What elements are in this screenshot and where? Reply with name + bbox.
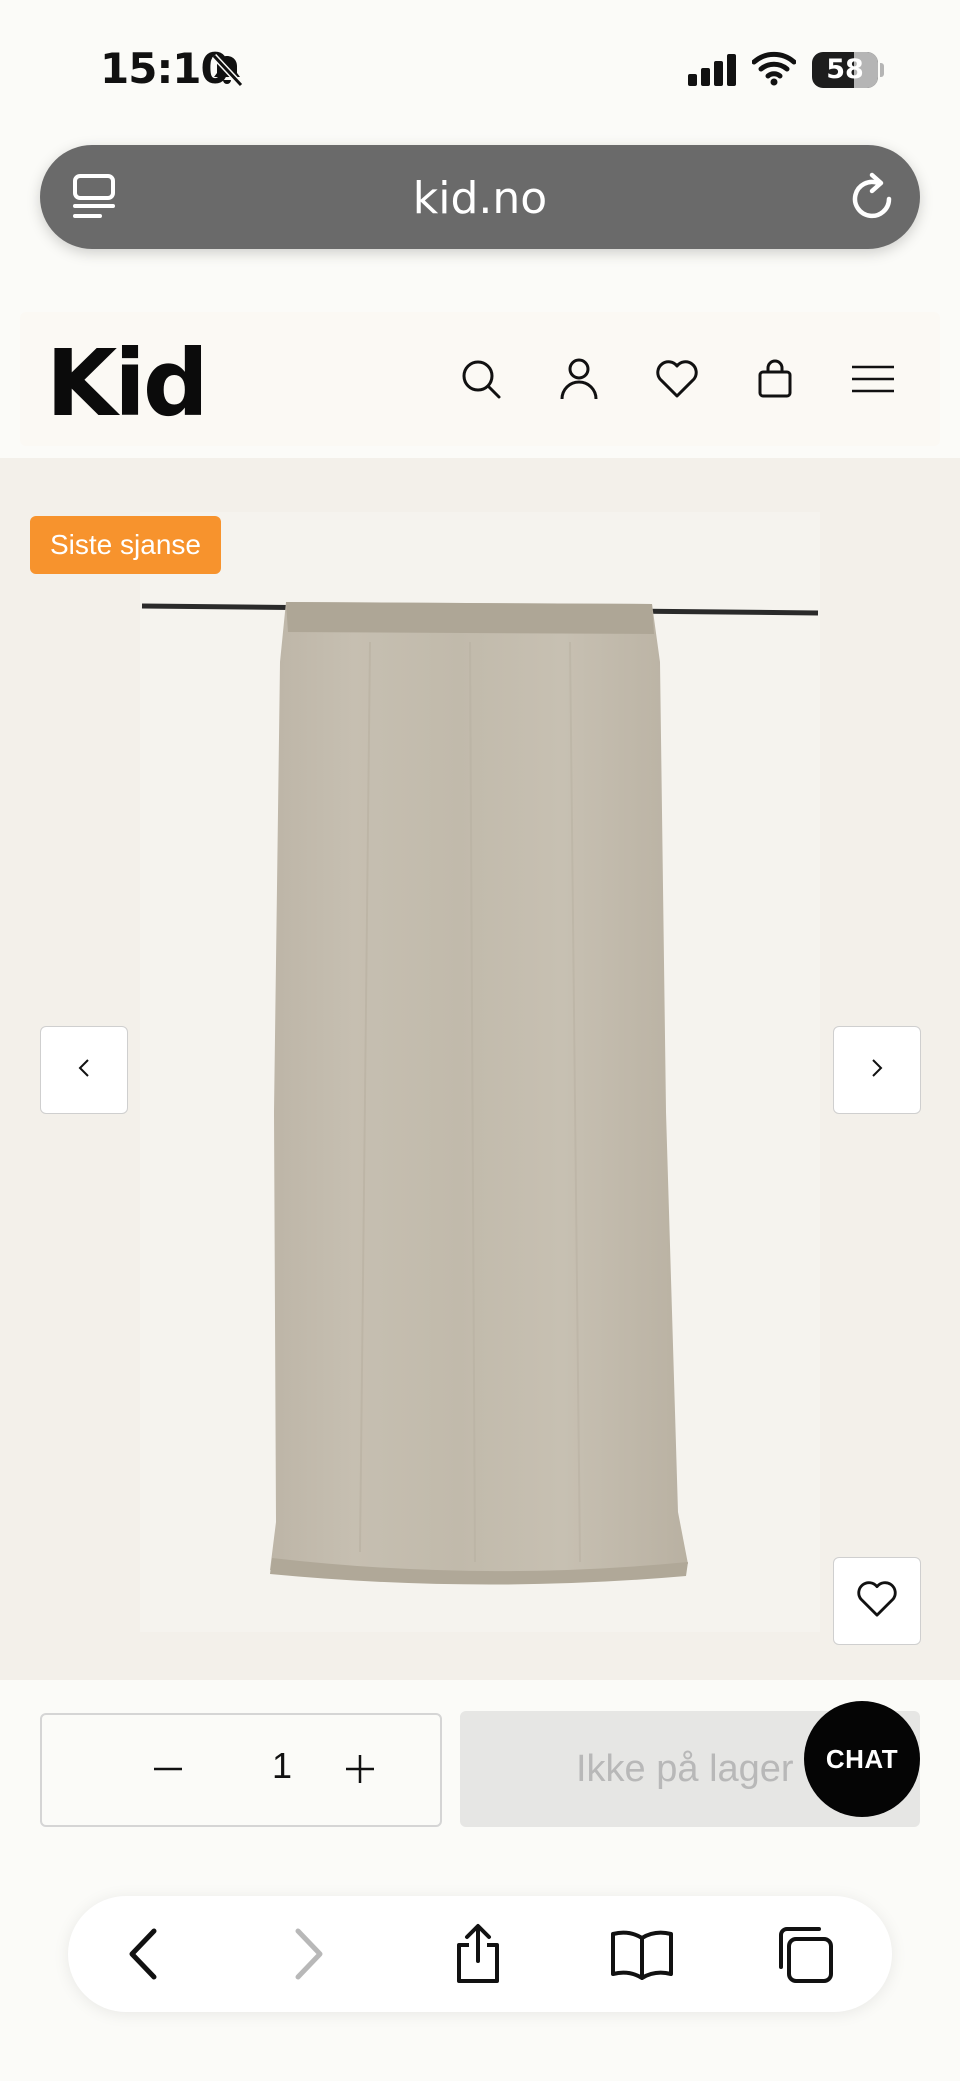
- chat-button[interactable]: CHAT: [804, 1701, 920, 1817]
- hamburger-menu-icon[interactable]: [848, 354, 898, 404]
- browser-toolbar: [68, 1896, 892, 2012]
- forward-arrow-icon[interactable]: [274, 1918, 346, 1990]
- bookmarks-icon[interactable]: [606, 1918, 678, 1990]
- battery-icon: 58: [812, 52, 878, 88]
- status-bar: 15:10 58: [0, 0, 960, 130]
- shopping-bag-icon[interactable]: [750, 354, 800, 404]
- wifi-icon: [751, 50, 797, 91]
- account-icon[interactable]: [554, 354, 604, 404]
- decrease-quantity-button[interactable]: [140, 1741, 196, 1797]
- increase-quantity-button[interactable]: [332, 1741, 388, 1797]
- site-header: Kid: [20, 312, 940, 446]
- kid-logo[interactable]: Kid: [46, 330, 209, 437]
- quantity-value[interactable]: 1: [254, 1745, 310, 1787]
- quantity-stepper: 1: [40, 1713, 442, 1827]
- last-chance-badge: Siste sjanse: [30, 516, 221, 574]
- wishlist-heart-icon[interactable]: [652, 354, 702, 404]
- share-icon[interactable]: [442, 1918, 514, 1990]
- heart-icon: [856, 1580, 898, 1623]
- cellular-signal-icon: [688, 54, 738, 91]
- browser-address-bar[interactable]: kid.no: [40, 145, 920, 249]
- gallery-prev-button[interactable]: [40, 1026, 128, 1114]
- back-arrow-icon[interactable]: [106, 1918, 178, 1990]
- url-text[interactable]: kid.no: [40, 173, 920, 224]
- battery-level: 58: [826, 54, 864, 85]
- chevron-left-icon: [76, 1057, 92, 1084]
- add-to-wishlist-button[interactable]: [833, 1557, 921, 1645]
- linen-curtain-photo[interactable]: [140, 512, 820, 1632]
- gallery-next-button[interactable]: [833, 1026, 921, 1114]
- bell-slash-icon: [210, 52, 244, 93]
- search-icon[interactable]: [456, 354, 506, 404]
- reload-icon[interactable]: [848, 171, 898, 228]
- chevron-right-icon: [869, 1057, 885, 1084]
- tabs-overview-icon[interactable]: [768, 1918, 840, 1990]
